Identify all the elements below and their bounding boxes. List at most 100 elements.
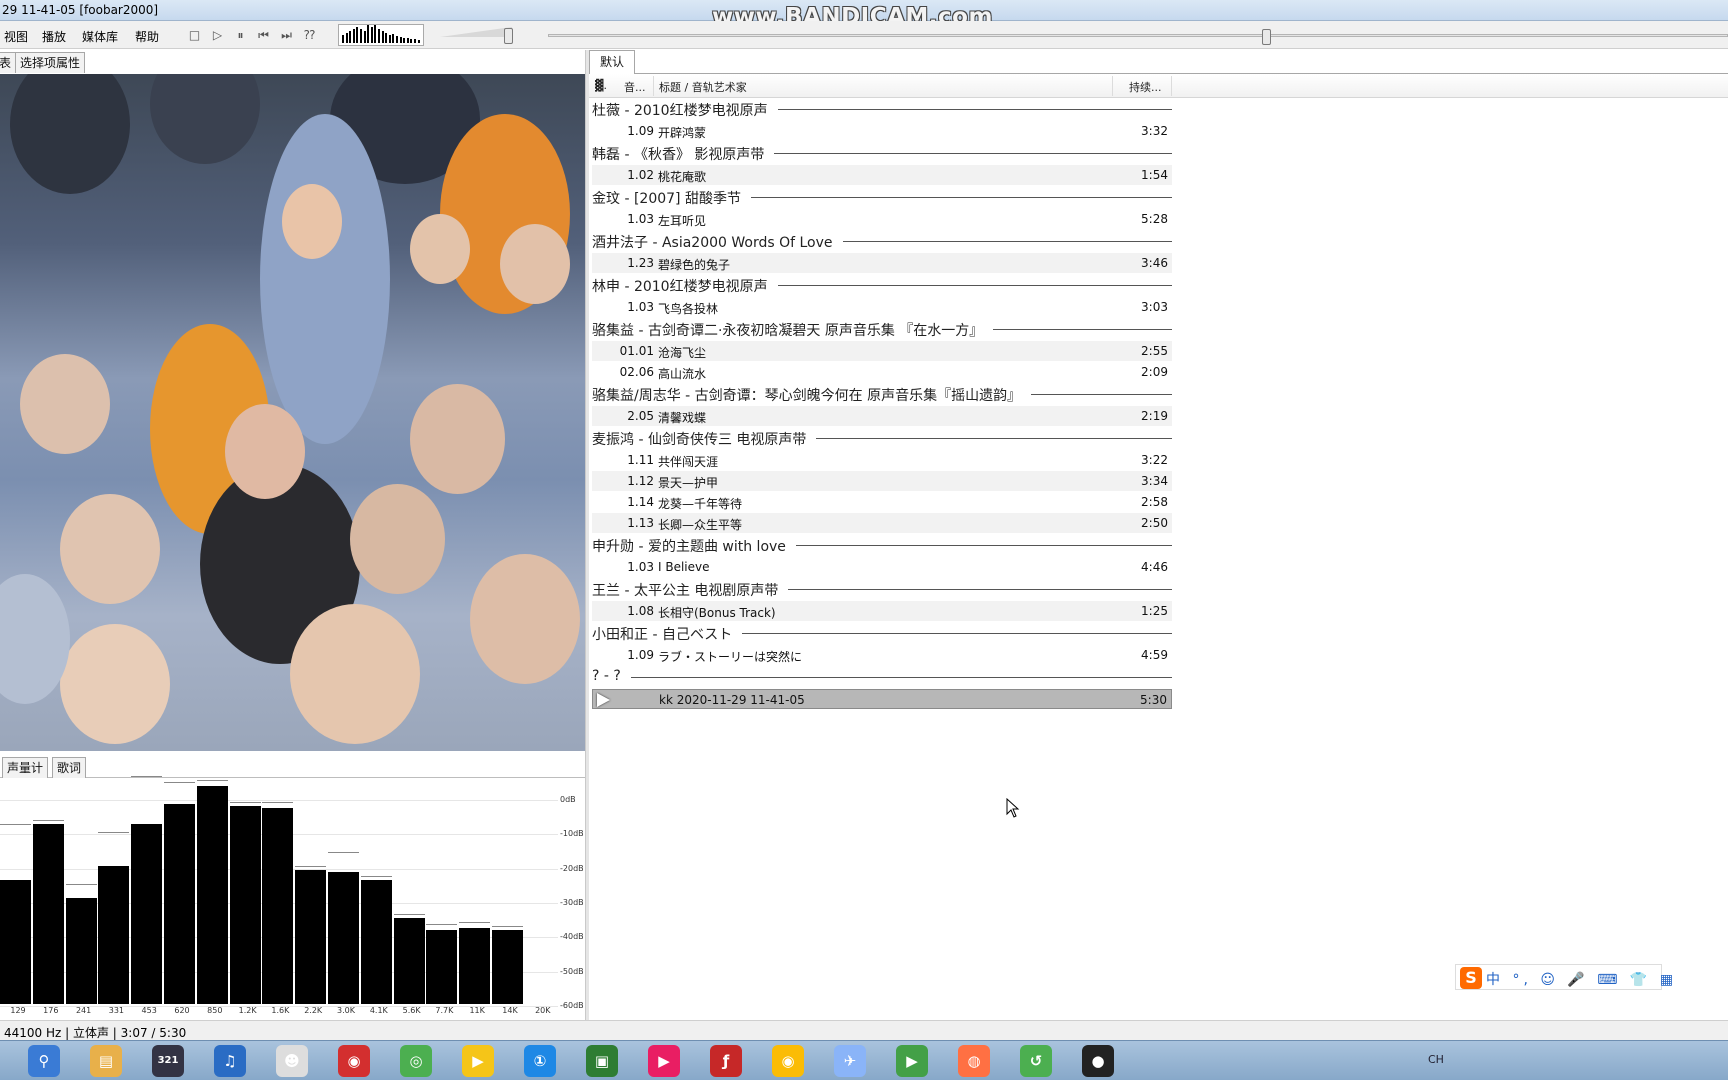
column-indicator[interactable]: ▓. [595, 79, 607, 92]
360-icon[interactable]: ① [524, 1045, 556, 1077]
potplayer-icon[interactable]: ▶ [462, 1045, 494, 1077]
seek-thumb[interactable] [1262, 29, 1271, 45]
previous-icon[interactable]: ⏮ [255, 27, 272, 44]
mini-spectrum-bar [352, 29, 355, 43]
frequency-label: 2.2K [304, 1006, 323, 1015]
mini-spectrum-bar [378, 29, 380, 43]
seek-track[interactable] [548, 34, 1728, 37]
group-header-text: 韩磊 - 《秋香》 影视原声带 [592, 144, 775, 164]
column-duration[interactable]: 持续... [1129, 79, 1162, 95]
volume-slider[interactable] [440, 26, 520, 44]
flash-icon[interactable]: ƒ [710, 1045, 742, 1077]
tab-default-playlist[interactable]: 默认 [589, 50, 636, 75]
track-row[interactable]: 1.02 桃花庵歌 1:54 [592, 165, 1172, 185]
spectrum-bar [32, 824, 64, 1004]
chrome-icon[interactable]: ◉ [772, 1045, 804, 1077]
menu-playback[interactable]: 播放 [42, 28, 66, 45]
iqiyi-icon[interactable]: ▣ [586, 1045, 618, 1077]
random-icon[interactable]: ⁇ [301, 27, 318, 44]
track-row[interactable]: 1.23 碧绿色的兔子 3:46 [592, 253, 1172, 273]
column-title-artist[interactable]: 标题 / 音轨艺术家 [659, 79, 747, 95]
track-row[interactable]: 2.05 清馨戏蝶 2:19 [592, 406, 1172, 426]
menu-library[interactable]: 媒体库 [82, 28, 118, 45]
play-icon[interactable]: ▶ [896, 1045, 928, 1077]
mini-spectrum-bar [345, 33, 348, 43]
volume-thumb[interactable] [504, 28, 513, 44]
alien-icon[interactable]: ☻ [276, 1045, 308, 1077]
playlist-group-header[interactable]: 林申 - 2010红楼梦电视原声 [592, 274, 1172, 296]
playlist-group-header[interactable]: 王兰 - 太平公主 电视剧原声带 [592, 578, 1172, 600]
track-title: kk 2020-11-29 11-41-05 [659, 693, 805, 707]
track-row[interactable]: 02.06 高山流水 2:09 [592, 362, 1172, 382]
firefox-icon[interactable]: ◍ [958, 1045, 990, 1077]
tab-lyrics[interactable]: 歌词 [52, 757, 87, 778]
playlist-group-header[interactable]: 申升勋 - 爱的主题曲 with love [592, 534, 1172, 556]
spectrum-peak [32, 820, 64, 821]
tab-selection-properties[interactable]: 选择项属性 [15, 52, 86, 73]
status-bar: 44100 Hz | 立体声 | 3:07 / 5:30 [0, 1020, 1728, 1040]
track-row[interactable]: 1.12 景天—护甲 3:34 [592, 471, 1172, 491]
track-row[interactable]: 1.03 左耳听见 5:28 [592, 209, 1172, 229]
media-321-icon[interactable]: 321 [152, 1045, 184, 1077]
ime-toolbar[interactable]: S 中 °, ☺ 🎤 ⌨ 👕 ▦ [1455, 964, 1673, 990]
track-row[interactable]: 01.01 沧海飞尘 2:55 [592, 341, 1172, 361]
art-shape [282, 184, 342, 259]
playlist-group-header[interactable]: 麦振鸿 - 仙剑奇侠传三 电视原声带 [592, 427, 1172, 449]
column-separator[interactable] [653, 76, 654, 96]
menu-view[interactable]: 视图 [4, 28, 28, 45]
spectrum-peak [196, 780, 228, 781]
playlist-group-header[interactable]: 酒井法子 - Asia2000 Words Of Love [592, 230, 1172, 252]
track-row[interactable]: 1.08 长相守(Bonus Track) 1:25 [592, 601, 1172, 621]
track-row[interactable]: 1.13 长卿—众生平等 2:50 [592, 513, 1172, 533]
playlist-group-header[interactable]: 小田和正 - 自己ベスト [592, 622, 1172, 644]
ime-tools[interactable]: 中 °, ☺ 🎤 ⌨ 👕 ▦ [1486, 969, 1677, 989]
mini-spectrum-bar [370, 27, 373, 43]
spectrum-peak [295, 866, 327, 867]
track-row[interactable]: 1.03 飞鸟各投林 3:03 [592, 297, 1172, 317]
db-label: -10dB [560, 829, 584, 839]
frequency-label: 453 [141, 1006, 157, 1015]
playing-track-row[interactable]: kk 2020-11-29 11-41-05 5:30 [592, 689, 1172, 709]
group-header-text: ? - ? [592, 668, 631, 684]
sogou-ime-icon[interactable]: S [1460, 967, 1482, 989]
frequency-label: 14K [502, 1006, 518, 1015]
track-row[interactable]: 1.09 开辟鸿蒙 3:32 [592, 121, 1172, 141]
menu-help[interactable]: 帮助 [135, 28, 159, 45]
playlist-group-header[interactable]: ? - ? [592, 666, 1172, 688]
playlist-group-header[interactable]: 骆集益 - 古剑奇谭二·永夜初晗凝碧天 原声音乐集 『在水一方』 [592, 318, 1172, 340]
netease-music-icon[interactable]: ◉ [338, 1045, 370, 1077]
green-app-icon[interactable]: ↺ [1020, 1045, 1052, 1077]
track-row[interactable]: 1.09 ラブ・ストーリーは突然に 4:59 [592, 645, 1172, 665]
folder-icon[interactable]: ▤ [90, 1045, 122, 1077]
play-icon[interactable]: ▷ [209, 27, 226, 44]
playlist-group-header[interactable]: 骆集益/周志华 - 古剑奇谭：琴心剑魄今何在 原声音乐集『摇山遗韵』 [592, 383, 1172, 405]
playlist-group-header[interactable]: 金玟 - [2007] 甜酸季节 [592, 186, 1172, 208]
group-divider-line [592, 677, 1172, 678]
track-row[interactable]: 1.11 共伴闯天涯 3:22 [592, 450, 1172, 470]
tab-playlist-partial[interactable]: 表 [0, 52, 17, 73]
track-number: 1.08 [627, 604, 654, 618]
column-track-number[interactable]: 音... [624, 79, 646, 95]
next-icon[interactable]: ⏭ [278, 27, 295, 44]
playlist-group-header[interactable]: 韩磊 - 《秋香》 影视原声带 [592, 142, 1172, 164]
now-playing-icon [597, 693, 610, 707]
column-separator[interactable] [1171, 76, 1172, 96]
playlist-group-header[interactable]: 杜薇 - 2010红楼梦电视原声 [592, 98, 1172, 120]
chrome-like-icon[interactable]: ◎ [400, 1045, 432, 1077]
bird-icon[interactable]: ✈ [834, 1045, 866, 1077]
headphones-icon[interactable]: ♫ [214, 1045, 246, 1077]
tray-language[interactable]: CH [1428, 1053, 1444, 1066]
track-row[interactable]: 1.14 龙葵—千年等待 2:58 [592, 492, 1172, 512]
seek-bar[interactable] [548, 29, 1728, 45]
pause-icon[interactable]: ⏸ [232, 27, 249, 44]
search-icon[interactable]: ⚲ [28, 1045, 60, 1077]
track-duration: 3:34 [1141, 474, 1168, 488]
track-row[interactable]: 1.03 I Believe 4:46 [592, 557, 1172, 577]
mini-spectrum-bar [399, 37, 402, 43]
record-icon[interactable]: ● [1082, 1045, 1114, 1077]
tab-volume-meter[interactable]: 声量计 [2, 757, 49, 778]
spectrum-peak [98, 832, 130, 833]
youku-icon[interactable]: ▶ [648, 1045, 680, 1077]
column-separator[interactable] [1112, 76, 1113, 96]
stop-icon[interactable]: □ [186, 27, 203, 44]
